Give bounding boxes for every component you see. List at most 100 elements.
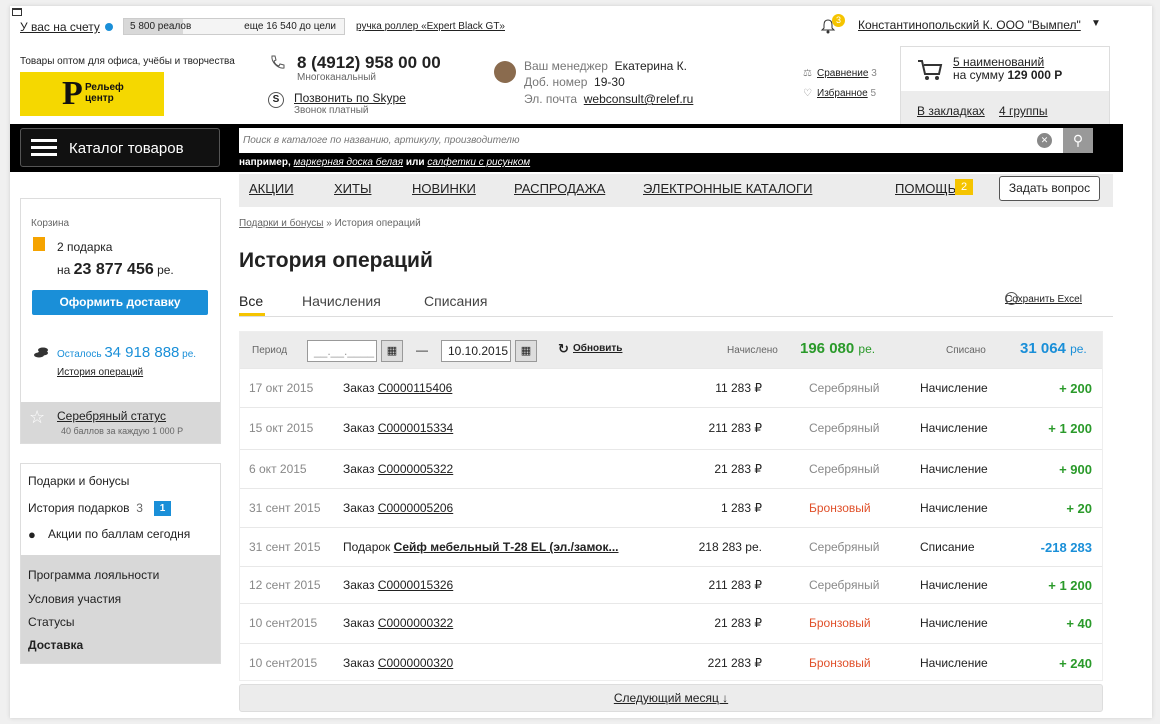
refresh-icon[interactable]: ↻ bbox=[558, 341, 569, 357]
table-row: 6 окт 2015 Заказ С0000005322 21 283 ₽ Сереб… bbox=[240, 449, 1102, 488]
nav-sale[interactable]: РАСПРОДАЖА bbox=[514, 181, 605, 196]
row-type: Начисление bbox=[920, 421, 988, 435]
user-menu[interactable]: Константинопольский К. ООО "Вымпел" bbox=[858, 18, 1081, 32]
menu-loyalty[interactable]: Программа лояльности bbox=[28, 568, 159, 582]
compare-link[interactable]: ⚖ Сравнение 3 bbox=[803, 68, 877, 79]
gift-icon bbox=[33, 237, 45, 251]
status-link[interactable]: Серебряный статус bbox=[57, 409, 166, 423]
bookmarks-bar: В закладках 4 группы bbox=[901, 91, 1109, 125]
row-document-link[interactable]: С0000000322 bbox=[378, 616, 453, 630]
row-order-sum: 11 283 ₽ bbox=[715, 381, 762, 395]
bookmarks-link[interactable]: В закладках bbox=[917, 104, 985, 118]
search-example-1[interactable]: маркерная доска белая bbox=[294, 157, 404, 168]
next-month-button[interactable]: Следующий месяц ↓ bbox=[239, 684, 1103, 712]
clear-icon[interactable]: ✕ bbox=[1037, 133, 1052, 148]
breadcrumb-gifts[interactable]: Подарки и бонусы bbox=[239, 218, 323, 229]
calendar-icon[interactable]: ▦ bbox=[515, 340, 537, 362]
cart-sum: на сумму 129 000 Р bbox=[953, 68, 1063, 82]
search-button[interactable]: ⚲ bbox=[1063, 128, 1093, 153]
menu-gifts-bonuses[interactable]: Подарки и бонусы bbox=[28, 474, 129, 488]
manager-email-row: Эл. почта webconsult@relef.ru bbox=[524, 92, 694, 106]
table-row: 10 сент2015 Заказ С0000000322 21 283 ₽ Брон… bbox=[240, 603, 1102, 643]
nav-catalogs[interactable]: ЭЛЕКТРОННЫЕ КАТАЛОГИ bbox=[643, 181, 812, 196]
row-date: 12 сент 2015 bbox=[249, 578, 321, 592]
cart-summary[interactable]: 5 наименований на сумму 129 000 Р bbox=[901, 47, 1109, 91]
account-link[interactable]: У вас на счету bbox=[20, 20, 100, 34]
skype-icon: S bbox=[268, 92, 284, 108]
menu-icon bbox=[31, 139, 57, 157]
row-amount: + 200 bbox=[1059, 381, 1092, 396]
menu-points-promo[interactable]: Акции по баллам сегодня bbox=[48, 527, 190, 541]
history-link[interactable]: История операций bbox=[57, 367, 143, 378]
row-description: Заказ С0000005206 bbox=[343, 501, 454, 515]
row-description: Заказ С0000005322 bbox=[343, 462, 454, 476]
balance-value: 5 800 реалов bbox=[130, 21, 192, 32]
tab-all[interactable]: Все bbox=[239, 293, 263, 309]
tab-writeoffs[interactable]: Списания bbox=[424, 293, 487, 309]
cart-icon bbox=[918, 60, 943, 80]
menu-delivery[interactable]: Доставка bbox=[28, 638, 83, 652]
spent-total: 31 064 ре. bbox=[1020, 340, 1087, 357]
row-status: Серебряный bbox=[809, 381, 880, 395]
row-status: Бронзовый bbox=[809, 616, 871, 630]
favorites-link[interactable]: ♡ Избранное 5 bbox=[803, 88, 876, 99]
star-icon: ☆ bbox=[29, 407, 46, 427]
row-date: 31 сент 2015 bbox=[249, 501, 321, 515]
catalog-button[interactable]: Каталог товаров bbox=[20, 128, 220, 167]
row-document-link[interactable]: С0000015334 bbox=[378, 421, 453, 435]
menu-statuses[interactable]: Статусы bbox=[28, 615, 75, 629]
nav-hits[interactable]: ХИТЫ bbox=[334, 181, 371, 196]
row-date: 10 сент2015 bbox=[249, 616, 318, 630]
calendar-icon[interactable]: ▦ bbox=[381, 340, 403, 362]
refresh-link[interactable]: Обновить bbox=[573, 343, 622, 354]
piggy-bank-icon: ● bbox=[28, 527, 36, 542]
logo[interactable]: Р Рельеф центр bbox=[20, 72, 164, 116]
row-description: Заказ С0000015334 bbox=[343, 421, 454, 435]
row-status: Серебряный bbox=[809, 421, 880, 435]
manager-email-link[interactable]: webconsult@relef.ru bbox=[584, 92, 694, 106]
nav-new[interactable]: НОВИНКИ bbox=[412, 181, 476, 196]
row-type: Начисление bbox=[920, 616, 988, 630]
row-amount: + 1 200 bbox=[1048, 421, 1092, 436]
phone-number[interactable]: 8 (4912) 958 00 00 bbox=[297, 53, 441, 73]
skype-call-link[interactable]: Позвонить по Skype bbox=[294, 91, 406, 105]
row-document-link[interactable]: С0000015326 bbox=[378, 578, 453, 592]
manager-avatar bbox=[494, 61, 516, 83]
date-from-field[interactable]: __.__.____ bbox=[307, 340, 377, 362]
checkout-delivery-button[interactable]: Оформить доставку bbox=[32, 290, 208, 315]
goal-link[interactable]: ручка роллер «Expert Black GT» bbox=[356, 21, 505, 32]
cart-items[interactable]: 5 наименований bbox=[953, 55, 1044, 69]
row-order-sum: 221 283 ₽ bbox=[707, 656, 762, 670]
catalog-label: Каталог товаров bbox=[69, 140, 184, 157]
tab-accruals[interactable]: Начисления bbox=[302, 293, 381, 309]
row-document-link[interactable]: С0000005206 bbox=[378, 501, 453, 515]
row-amount: -218 283 bbox=[1040, 540, 1092, 555]
menu-gift-history[interactable]: История подарков 3 bbox=[28, 501, 143, 515]
date-to-field[interactable]: 10.10.2015 bbox=[441, 340, 511, 362]
table-row: 15 окт 2015 Заказ С0000015334 211 283 ₽ Сер… bbox=[240, 407, 1102, 449]
nav-promo[interactable]: АКЦИИ bbox=[249, 181, 294, 196]
search-bar: Каталог товаров ✕ ⚲ например, маркерная … bbox=[10, 124, 1123, 172]
menu-conditions[interactable]: Условия участия bbox=[28, 592, 121, 606]
window-icon[interactable] bbox=[12, 8, 22, 16]
row-document-link[interactable]: Сейф мебельный Т-28 EL (эл./замок... bbox=[394, 540, 619, 554]
row-description: Подарок Сейф мебельный Т-28 EL (эл./замо… bbox=[343, 540, 619, 554]
breadcrumb: Подарки и бонусы » История операций bbox=[239, 218, 421, 229]
cart-panel-title: Корзина bbox=[31, 218, 70, 229]
accrued-total: 196 080 ре. bbox=[800, 340, 876, 357]
ask-question-button[interactable]: Задать вопрос bbox=[999, 176, 1100, 201]
search-example-2[interactable]: салфетки с рисунком bbox=[427, 157, 530, 168]
row-document-link[interactable]: С0000115406 bbox=[378, 381, 453, 395]
bookmarks-groups[interactable]: 4 группы bbox=[999, 104, 1048, 118]
nav-help[interactable]: ПОМОЩЬ bbox=[895, 181, 956, 196]
search-box: ✕ bbox=[239, 128, 1063, 153]
chevron-down-icon[interactable]: ▼ bbox=[1091, 18, 1101, 29]
row-amount: + 240 bbox=[1059, 656, 1092, 671]
row-status: Серебряный bbox=[809, 540, 880, 554]
bonus-menu: Подарки и бонусы История подарков 3 1 ● … bbox=[20, 463, 221, 664]
search-input[interactable] bbox=[243, 131, 1023, 150]
row-document-link[interactable]: С0000000320 bbox=[378, 656, 453, 670]
row-document-link[interactable]: С0000005322 bbox=[378, 462, 453, 476]
row-description: Заказ С0000000320 bbox=[343, 656, 454, 670]
row-description: Заказ С0000115406 bbox=[343, 381, 453, 395]
